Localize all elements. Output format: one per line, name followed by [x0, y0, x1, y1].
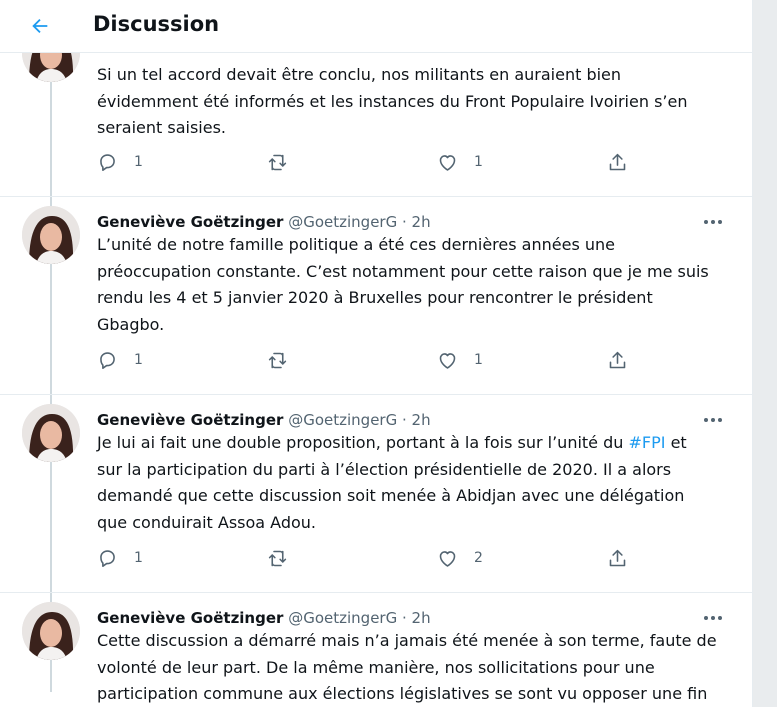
share-icon	[609, 351, 626, 368]
timeline-column: Discussion Si un tel accord devait être …	[0, 0, 753, 707]
tweet-header: Geneviève Goëtzinger @GoetzingerG · 2h	[97, 213, 431, 231]
tweet[interactable]: Si un tel accord devait être conclu, nos…	[0, 24, 752, 197]
tweet-line: participation commune aux élections légi…	[97, 684, 708, 703]
share-button[interactable]	[607, 546, 628, 570]
avatar-image	[22, 206, 80, 264]
like-icon	[439, 154, 456, 171]
tweet-line: évidemment été informés et les instances…	[97, 91, 688, 111]
reply-icon	[100, 549, 115, 567]
tweet-line: que conduirait Assoa Adou.	[97, 512, 317, 532]
tweet-time[interactable]: · 2h	[402, 411, 431, 429]
tweet-text: Cette discussion a démarré mais n’a jama…	[97, 628, 717, 707]
like-count: 1	[474, 154, 483, 170]
share-icon	[609, 153, 626, 170]
avatar[interactable]	[22, 602, 80, 660]
tweet-line: seraient saisies.	[97, 118, 226, 137]
hashtag-link[interactable]: #FPI	[629, 433, 666, 452]
tweet-actions: 1 1	[97, 150, 637, 174]
avatar[interactable]	[22, 404, 80, 462]
retweet-icon	[268, 352, 287, 368]
avatar-image	[22, 602, 80, 660]
retweet-icon	[268, 154, 287, 170]
reply-count: 1	[134, 550, 143, 566]
more-options-button[interactable]	[698, 410, 728, 430]
tweet-line: Cette discussion a démarré mais n’a jama…	[97, 631, 717, 650]
more-icon	[704, 418, 722, 422]
more-icon	[704, 616, 722, 620]
more-options-button[interactable]	[698, 212, 728, 232]
tweet-line-start: Je lui ai fait une double proposition, p…	[97, 433, 629, 452]
tweet-line: Je lui ai fait une double proposition, p…	[97, 430, 717, 457]
author-handle[interactable]: @GoetzingerG	[288, 411, 397, 429]
reply-button[interactable]: 1	[97, 546, 143, 570]
retweet-button[interactable]	[267, 150, 288, 174]
share-icon	[609, 549, 626, 566]
author-name[interactable]: Geneviève Goëtzinger	[97, 213, 283, 231]
tweet-line: sur la participation du parti à l’électi…	[97, 459, 672, 479]
avatar-image	[22, 404, 80, 462]
more-options-button[interactable]	[698, 608, 728, 628]
tweet-actions: 1 1	[97, 348, 637, 372]
like-count: 1	[474, 352, 483, 368]
tweet-text: Je lui ai fait une double proposition, p…	[97, 430, 717, 536]
back-button[interactable]	[22, 10, 58, 42]
tweet[interactable]: Geneviève Goëtzinger @GoetzingerG · 2h J…	[0, 394, 752, 593]
tweet[interactable]: Geneviève Goëtzinger @GoetzingerG · 2h C…	[0, 592, 752, 707]
tweet-line: rendu les 4 et 5 janvier 2020 à Bruxelle…	[97, 288, 653, 307]
tweet-line: volonté de leur part. De la même manière…	[97, 657, 655, 677]
tweet-line: L’unité de notre famille politique a été…	[97, 235, 615, 254]
tweet-line: Gbagbo.	[97, 314, 165, 334]
back-arrow-icon	[32, 18, 48, 34]
tweet-line: Si un tel accord devait être conclu, nos…	[97, 65, 622, 84]
avatar[interactable]	[22, 206, 80, 264]
tweet-text: L’unité de notre famille politique a été…	[97, 232, 717, 338]
tweet[interactable]: Geneviève Goëtzinger @GoetzingerG · 2h L…	[0, 196, 752, 395]
header: Discussion	[0, 0, 752, 53]
tweet-header: Geneviève Goëtzinger @GoetzingerG · 2h	[97, 411, 431, 429]
retweet-icon	[268, 550, 287, 566]
retweet-button[interactable]	[267, 546, 288, 570]
like-count: 2	[474, 550, 483, 566]
more-icon	[704, 220, 722, 224]
share-button[interactable]	[607, 348, 628, 372]
tweet-time[interactable]: · 2h	[402, 213, 431, 231]
retweet-button[interactable]	[267, 348, 288, 372]
tweet-time[interactable]: · 2h	[402, 609, 431, 627]
tweet-actions: 1 2	[97, 546, 637, 570]
tweet-header: Geneviève Goëtzinger @GoetzingerG · 2h	[97, 609, 431, 627]
like-icon	[439, 352, 456, 369]
share-button[interactable]	[607, 150, 628, 174]
like-button[interactable]: 2	[437, 546, 483, 570]
like-button[interactable]: 1	[437, 150, 483, 174]
tweet-line: préoccupation constante. C’est notamment…	[97, 261, 709, 281]
page-title: Discussion	[93, 12, 220, 36]
reply-icon	[100, 153, 115, 171]
reply-count: 1	[134, 352, 143, 368]
like-icon	[439, 550, 456, 567]
tweet-line: demandé que cette discussion soit menée …	[97, 486, 685, 505]
reply-button[interactable]: 1	[97, 348, 143, 372]
reply-button[interactable]: 1	[97, 150, 143, 174]
author-name[interactable]: Geneviève Goëtzinger	[97, 411, 283, 429]
author-name[interactable]: Geneviève Goëtzinger	[97, 609, 283, 627]
author-handle[interactable]: @GoetzingerG	[288, 213, 397, 231]
like-button[interactable]: 1	[437, 348, 483, 372]
reply-icon	[100, 351, 115, 369]
author-handle[interactable]: @GoetzingerG	[288, 609, 397, 627]
tweet-line-end: et	[665, 433, 687, 452]
tweet-text: Si un tel accord devait être conclu, nos…	[97, 62, 717, 142]
reply-count: 1	[134, 154, 143, 170]
